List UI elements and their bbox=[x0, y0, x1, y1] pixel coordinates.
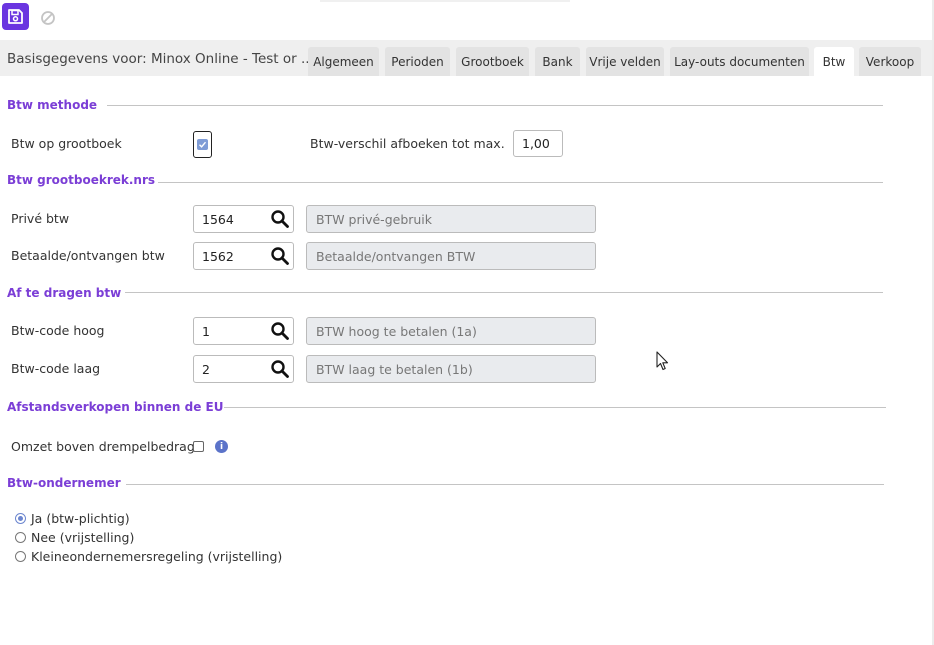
mouse-cursor-icon bbox=[656, 351, 669, 371]
tab-algemeen[interactable]: Algemeen bbox=[308, 47, 379, 76]
section-divider bbox=[125, 292, 883, 293]
save-icon bbox=[8, 9, 23, 24]
radio-label: Ja (btw-plichtig) bbox=[31, 511, 130, 526]
betaalde-ontvangen-btw-code-input[interactable]: 1562 bbox=[193, 242, 294, 270]
prive-btw-description: BTW privé-gebruik bbox=[306, 205, 596, 233]
prive-btw-code-value: 1564 bbox=[202, 212, 234, 227]
cancel-button[interactable] bbox=[39, 9, 56, 26]
cancel-icon bbox=[40, 10, 55, 25]
search-icon[interactable] bbox=[270, 359, 290, 379]
btw-op-grootboek-label: Btw op grootboek bbox=[11, 136, 122, 151]
section-title-afstandsverkopen: Afstandsverkopen binnen de EU bbox=[7, 400, 224, 414]
tab-btw[interactable]: Btw bbox=[814, 47, 854, 76]
radio-kleineondernemersregeling[interactable]: Kleineondernemersregeling (vrijstelling) bbox=[15, 549, 282, 564]
section-title-af-te-dragen-btw: Af te dragen btw bbox=[7, 286, 122, 300]
tab-lay-outs-documenten[interactable]: Lay-outs documenten bbox=[670, 47, 809, 76]
btw-code-hoog-label: Btw-code hoog bbox=[11, 323, 105, 338]
prive-btw-code-input[interactable]: 1564 bbox=[193, 205, 294, 233]
top-strip bbox=[320, 0, 570, 2]
btw-code-laag-description: BTW laag te betalen (1b) bbox=[306, 355, 596, 383]
tab-verkoop[interactable]: Verkoop bbox=[859, 47, 921, 76]
btw-code-hoog-value: 1 bbox=[202, 324, 210, 339]
betaalde-ontvangen-btw-description: Betaalde/ontvangen BTW bbox=[306, 242, 596, 270]
omzet-boven-drempelbedrag-checkbox[interactable] bbox=[193, 441, 204, 452]
search-icon[interactable] bbox=[270, 209, 290, 229]
radio-ja-btw-plichtig[interactable]: Ja (btw-plichtig) bbox=[15, 511, 130, 526]
save-button[interactable] bbox=[2, 3, 29, 30]
betaalde-ontvangen-btw-code-value: 1562 bbox=[202, 249, 234, 264]
omzet-boven-drempelbedrag-label: Omzet boven drempelbedrag bbox=[11, 439, 195, 454]
search-icon[interactable] bbox=[270, 246, 290, 266]
tab-grootboek[interactable]: Grootboek bbox=[456, 47, 529, 76]
tab-vrije-velden[interactable]: Vrije velden bbox=[586, 47, 664, 76]
breadcrumb: Basisgegevens voor: Minox Online - Test … bbox=[7, 51, 314, 67]
btw-verschil-label: Btw-verschil afboeken tot max. bbox=[310, 136, 505, 151]
section-divider bbox=[126, 484, 884, 485]
btw-op-grootboek-checkbox[interactable] bbox=[193, 131, 212, 158]
section-title-btw-ondernemer: Btw-ondernemer bbox=[7, 476, 121, 490]
betaalde-ontvangen-btw-label: Betaalde/ontvangen btw bbox=[11, 248, 165, 263]
btw-code-hoog-input[interactable]: 1 bbox=[193, 317, 294, 345]
radio-nee-vrijstelling[interactable]: Nee (vrijstelling) bbox=[15, 530, 134, 545]
tab-perioden[interactable]: Perioden bbox=[385, 47, 450, 76]
section-title-btw-methode: Btw methode bbox=[7, 98, 98, 112]
section-divider bbox=[107, 105, 883, 106]
toolbar bbox=[0, 0, 934, 36]
btw-verschil-input[interactable]: 1,00 bbox=[513, 130, 563, 157]
radio-label: Kleineondernemersregeling (vrijstelling) bbox=[31, 549, 283, 564]
section-divider bbox=[158, 182, 883, 183]
tab-bank[interactable]: Bank bbox=[535, 47, 580, 76]
search-icon[interactable] bbox=[270, 321, 290, 341]
btw-code-laag-value: 2 bbox=[202, 362, 210, 377]
btw-code-laag-label: Btw-code laag bbox=[11, 361, 101, 376]
btw-code-hoog-description: BTW hoog te betalen (1a) bbox=[306, 317, 596, 345]
section-divider bbox=[224, 407, 886, 408]
btw-code-laag-input[interactable]: 2 bbox=[193, 355, 294, 383]
radio-label: Nee (vrijstelling) bbox=[31, 530, 135, 545]
radio-button-checked[interactable] bbox=[15, 513, 26, 524]
tab-bar: Basisgegevens voor: Minox Online - Test … bbox=[0, 40, 934, 76]
check-icon bbox=[197, 139, 208, 150]
radio-button[interactable] bbox=[15, 551, 26, 562]
section-title-btw-grootboekrek: Btw grootboekrek.nrs bbox=[7, 173, 156, 187]
radio-button[interactable] bbox=[15, 532, 26, 543]
info-icon[interactable]: i bbox=[215, 440, 228, 453]
prive-btw-label: Privé btw bbox=[11, 211, 70, 226]
